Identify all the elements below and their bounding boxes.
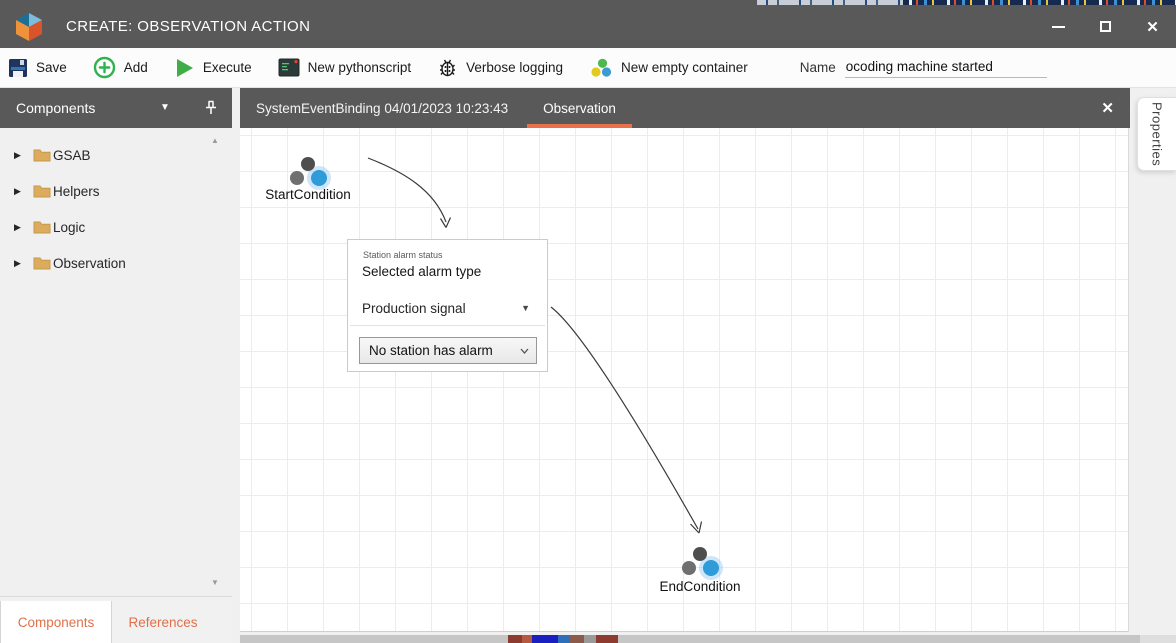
start-condition-node-icon[interactable] — [290, 157, 331, 190]
maximize-button[interactable] — [1082, 5, 1129, 48]
tab-observation[interactable]: Observation — [527, 88, 632, 128]
close-icon: ✕ — [1146, 18, 1159, 36]
tab-components[interactable]: Components — [0, 601, 112, 643]
components-panel-title: Components — [16, 100, 95, 116]
chevron-down-icon[interactable]: ▼ — [160, 102, 170, 113]
expand-arrow-icon[interactable]: ▶ — [14, 186, 24, 197]
new-pythonscript-label: New pythonscript — [308, 60, 412, 75]
expand-arrow-icon[interactable]: ▶ — [14, 150, 24, 161]
arrowhead-icon — [441, 218, 451, 228]
flow-connectors — [240, 128, 1129, 632]
execute-label: Execute — [203, 60, 252, 75]
flow-canvas[interactable]: StartCondition EndCondition Station alar… — [240, 128, 1129, 632]
tree-item-label: Helpers — [53, 184, 100, 199]
maximize-icon — [1100, 21, 1111, 32]
folder-icon — [33, 148, 51, 162]
name-input[interactable] — [845, 57, 1047, 78]
connector-start-to-card — [368, 158, 446, 222]
expand-arrow-icon[interactable]: ▶ — [14, 222, 24, 233]
verbose-logging-label: Verbose logging — [466, 60, 563, 75]
card-title: Selected alarm type — [362, 264, 481, 279]
close-button[interactable]: ✕ — [1129, 5, 1176, 48]
expand-arrow-icon[interactable]: ▶ — [14, 258, 24, 269]
close-icon: ✕ — [1101, 99, 1114, 117]
add-button[interactable]: Add — [93, 56, 148, 79]
minimize-button[interactable] — [1035, 5, 1082, 48]
execute-button[interactable]: Execute — [174, 57, 252, 79]
station-alarm-card[interactable]: Station alarm status Selected alarm type… — [347, 239, 548, 372]
app-logo-cube-icon — [13, 12, 45, 42]
add-label: Add — [124, 60, 148, 75]
tab-systemeventbinding[interactable]: SystemEventBinding 04/01/2023 10:23:43 — [256, 88, 508, 128]
properties-side-tab[interactable]: Properties — [1137, 97, 1176, 171]
titlebar: CREATE: OBSERVATION ACTION ✕ — [0, 5, 1176, 48]
chevron-down-icon[interactable]: ▼ — [521, 303, 530, 313]
end-condition-node-icon[interactable] — [682, 547, 723, 580]
verbose-logging-button[interactable]: Verbose logging — [437, 57, 563, 78]
container-icon — [589, 58, 613, 78]
components-tree: ▶ GSAB ▶ Helpers ▶ Logic ▶ Observati — [0, 128, 232, 596]
tab-references[interactable]: References — [118, 601, 208, 643]
tab-systemeventbinding-label: SystemEventBinding 04/01/2023 10:23:43 — [256, 101, 508, 116]
save-button[interactable]: Save — [8, 58, 67, 78]
window-controls: ✕ — [1035, 5, 1176, 48]
toolbar: Save Add Execute New pythonscript — [0, 48, 1176, 88]
new-empty-container-label: New empty container — [621, 60, 748, 75]
pin-icon[interactable] — [203, 99, 219, 116]
card-divider — [350, 325, 545, 326]
alarm-type-dropdown[interactable]: Production signal — [362, 301, 466, 316]
editor-close-button[interactable]: ✕ — [1101, 88, 1114, 128]
left-panel-bottom-tabs: Components References — [0, 596, 232, 643]
background-bottom-sliver — [240, 635, 1176, 643]
arrowhead-icon — [691, 522, 702, 534]
station-alarm-combobox[interactable]: No station has alarm — [359, 337, 537, 364]
folder-icon — [33, 184, 51, 198]
chevron-down-icon — [520, 348, 529, 354]
tree-item-label: Logic — [53, 220, 85, 235]
bug-icon — [437, 57, 458, 78]
start-condition-label: StartCondition — [265, 187, 351, 202]
properties-label: Properties — [1150, 102, 1165, 166]
scroll-down-icon[interactable]: ▼ — [211, 578, 219, 587]
tree-item-observation[interactable]: ▶ Observation — [0, 248, 210, 278]
terminal-icon — [278, 58, 300, 77]
tab-references-label: References — [128, 615, 197, 630]
new-pythonscript-button[interactable]: New pythonscript — [278, 58, 412, 77]
connector-card-to-end — [551, 307, 698, 529]
minimize-icon — [1052, 26, 1065, 28]
tree-item-logic[interactable]: ▶ Logic — [0, 212, 210, 242]
play-icon — [174, 57, 195, 79]
tab-components-label: Components — [18, 615, 95, 630]
end-condition-label: EndCondition — [659, 579, 740, 594]
editor-tabstrip: SystemEventBinding 04/01/2023 10:23:43 O… — [240, 88, 1130, 128]
folder-icon — [33, 256, 51, 270]
floppy-icon — [8, 58, 28, 78]
tree-item-label: Observation — [53, 256, 126, 271]
app-window: CREATE: OBSERVATION ACTION ✕ Save Add — [0, 0, 1176, 643]
components-panel-header: Components ▼ — [0, 88, 232, 128]
scroll-up-icon[interactable]: ▲ — [211, 136, 219, 145]
name-label: Name — [800, 60, 836, 75]
new-empty-container-button[interactable]: New empty container — [589, 58, 748, 78]
background-bottom-colorful — [508, 635, 618, 643]
card-caption: Station alarm status — [363, 250, 443, 260]
add-icon — [93, 56, 116, 79]
station-alarm-combobox-value: No station has alarm — [369, 343, 493, 358]
tree-item-gsab[interactable]: ▶ GSAB — [0, 140, 210, 170]
window-title: CREATE: OBSERVATION ACTION — [66, 18, 310, 35]
tree-item-helpers[interactable]: ▶ Helpers — [0, 176, 210, 206]
tab-observation-label: Observation — [543, 101, 616, 116]
tree-item-label: GSAB — [53, 148, 91, 163]
folder-icon — [33, 220, 51, 234]
name-field-group: Name — [800, 57, 1047, 78]
background-bottom-light — [1140, 635, 1176, 643]
save-label: Save — [36, 60, 67, 75]
